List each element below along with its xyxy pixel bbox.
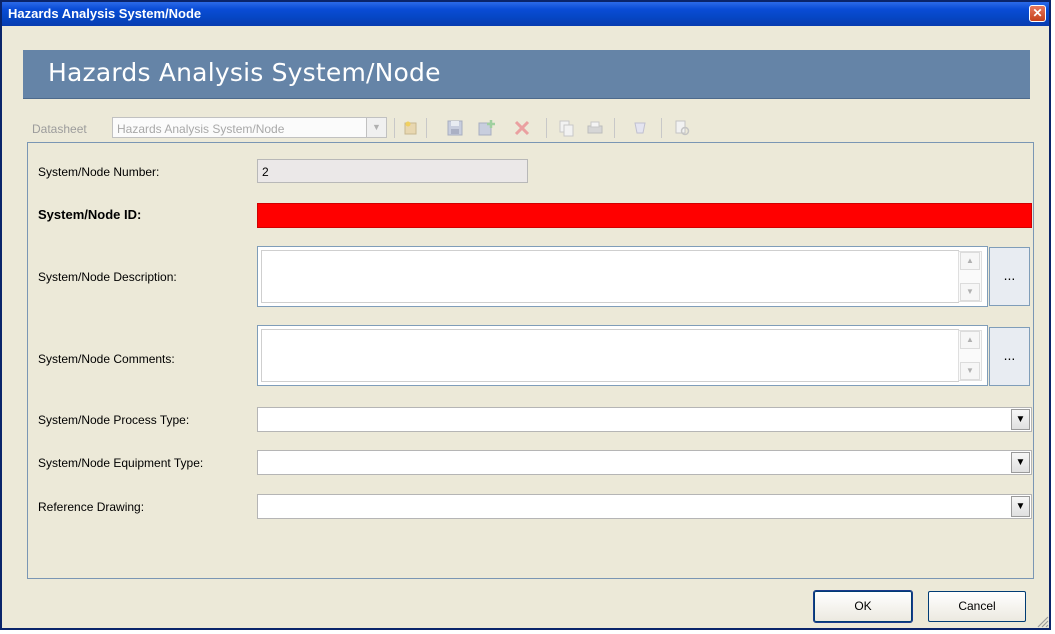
- chevron-down-icon[interactable]: ▼: [366, 118, 386, 137]
- system-node-description-field[interactable]: ▲ ▼: [257, 246, 988, 307]
- save-new-icon[interactable]: [478, 119, 496, 137]
- datasheet-select[interactable]: Hazards Analysis System/Node ▼: [112, 117, 387, 138]
- refresh-icon[interactable]: [631, 119, 649, 137]
- hazards-dialog-window: Hazards Analysis System/Node ✕ Hazards A…: [0, 0, 1051, 630]
- system-node-number-field[interactable]: 2: [257, 159, 528, 183]
- comments-ellipsis-button[interactable]: ...: [989, 327, 1030, 386]
- datasheet-select-value: Hazards Analysis System/Node: [117, 122, 285, 136]
- reference-drawing-label: Reference Drawing:: [38, 500, 145, 514]
- header-banner: Hazards Analysis System/Node: [23, 50, 1030, 99]
- scroll-up-icon[interactable]: ▲: [960, 252, 980, 270]
- ok-button[interactable]: OK: [813, 590, 913, 623]
- process-type-label: System/Node Process Type:: [38, 413, 190, 427]
- system-node-comments-field[interactable]: ▲ ▼: [257, 325, 988, 386]
- datasheet-label: Datasheet: [32, 122, 87, 136]
- comments-text-area[interactable]: [261, 329, 959, 382]
- system-node-id-label: System/Node ID:: [38, 207, 142, 222]
- banner-title: Hazards Analysis System/Node: [48, 58, 441, 87]
- toolbar-separator: [426, 118, 427, 138]
- equipment-type-label: System/Node Equipment Type:: [38, 456, 204, 470]
- toolbar-separator: [614, 118, 615, 138]
- description-ellipsis-button[interactable]: ...: [989, 247, 1030, 306]
- chevron-down-icon[interactable]: ▼: [1011, 496, 1030, 517]
- toolbar-separator: [546, 118, 547, 138]
- scroll-up-icon[interactable]: ▲: [960, 331, 980, 349]
- resize-grip-icon[interactable]: [1035, 614, 1049, 628]
- datasheet-panel: System/Node Number: 2 System/Node ID: Sy…: [27, 142, 1034, 579]
- cancel-button[interactable]: Cancel: [928, 591, 1026, 622]
- title-bar[interactable]: Hazards Analysis System/Node ✕: [2, 2, 1049, 26]
- query-icon[interactable]: [673, 119, 691, 137]
- reference-drawing-select[interactable]: ▼: [257, 494, 1032, 519]
- chevron-down-icon[interactable]: ▼: [1011, 452, 1030, 473]
- delete-icon[interactable]: [513, 119, 531, 137]
- scroll-down-icon[interactable]: ▼: [960, 283, 980, 301]
- copy-icon[interactable]: [558, 119, 576, 137]
- save-icon[interactable]: [446, 119, 464, 137]
- scroll-down-icon[interactable]: ▼: [960, 362, 980, 380]
- system-node-number-label: System/Node Number:: [38, 165, 160, 179]
- window-title: Hazards Analysis System/Node: [8, 6, 202, 21]
- system-node-comments-label: System/Node Comments:: [38, 352, 175, 366]
- toolbar-separator: [394, 118, 395, 138]
- new-record-icon[interactable]: [402, 119, 420, 137]
- comments-scrollbar[interactable]: ▲ ▼: [958, 330, 982, 381]
- description-scrollbar[interactable]: ▲ ▼: [958, 251, 982, 302]
- datasheet-toolbar: Datasheet Hazards Analysis System/Node ▼: [28, 113, 1028, 141]
- close-button[interactable]: ✕: [1029, 5, 1046, 22]
- toolbar-separator: [661, 118, 662, 138]
- system-node-id-field[interactable]: [257, 203, 1032, 228]
- process-type-select[interactable]: ▼: [257, 407, 1032, 432]
- description-text-area[interactable]: [261, 250, 959, 303]
- chevron-down-icon[interactable]: ▼: [1011, 409, 1030, 430]
- equipment-type-select[interactable]: ▼: [257, 450, 1032, 475]
- system-node-description-label: System/Node Description:: [38, 270, 177, 284]
- print-icon[interactable]: [586, 119, 604, 137]
